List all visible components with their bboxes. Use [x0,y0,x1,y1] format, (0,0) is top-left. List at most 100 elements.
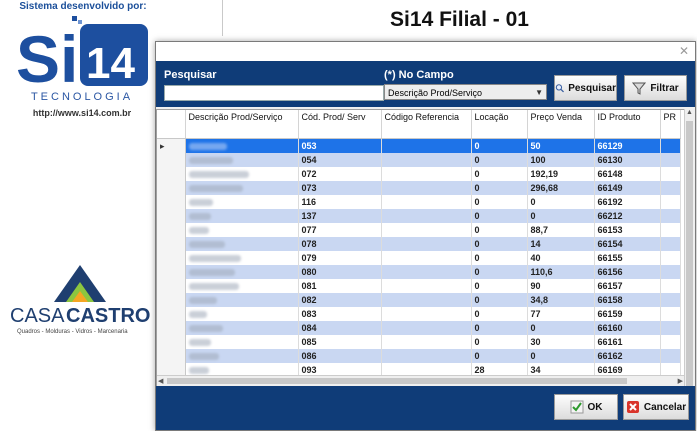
code-cell: 053 [298,138,382,153]
close-icon[interactable]: ✕ [679,44,689,58]
redacted-description [188,227,209,235]
horizontal-scrollbar[interactable]: ◀ ▶ [157,375,684,386]
product-id-cell: 66155 [594,251,661,265]
table-row[interactable]: ▸ 053 0 50 66129 [157,138,681,153]
product-id-cell: 66212 [594,209,661,223]
svg-text:CASTRO: CASTRO [66,305,150,327]
row-header-cell [157,167,186,181]
reference-cell [381,237,472,251]
price-cell: 296,68 [527,181,595,195]
product-id-cell: 66148 [594,167,661,181]
reference-cell [381,251,472,265]
product-grid[interactable]: Descrição Prod/Serviço Cód. Prod/ Serv C… [156,109,686,417]
column-header[interactable]: Cód. Prod/ Serv [298,110,382,139]
code-cell: 084 [298,321,382,335]
price-cell: 0 [527,209,595,223]
dialog-titlebar: ✕ [156,42,695,61]
column-header[interactable]: PR [660,110,681,139]
location-cell: 0 [471,293,528,307]
location-cell: 0 [471,153,528,167]
filter-button-label: Filtrar [650,82,679,94]
product-id-cell: 66153 [594,223,661,237]
product-id-cell: 66159 [594,307,661,321]
product-id-cell: 66154 [594,237,661,251]
code-cell: 085 [298,335,382,349]
description-cell [185,153,299,167]
description-cell [185,293,299,307]
column-header[interactable]: ID Produto [594,110,661,139]
price-cell: 0 [527,195,595,209]
table-row[interactable]: 086 0 0 66162 [157,349,681,363]
table-row[interactable]: 078 0 14 66154 [157,237,681,251]
row-header-cell [157,335,186,349]
table-header-row: Descrição Prod/Serviço Cód. Prod/ Serv C… [157,110,681,139]
description-cell [185,321,299,335]
description-cell [185,307,299,321]
table-row[interactable]: 073 0 296,68 66149 [157,181,681,195]
table-row[interactable]: 083 0 77 66159 [157,307,681,321]
reference-cell [381,209,472,223]
product-id-cell: 66156 [594,265,661,279]
column-header[interactable]: Preço Venda [527,110,595,139]
pr-cell [660,167,681,181]
table-row[interactable]: 054 0 100 66130 [157,153,681,167]
table-row[interactable]: 137 0 0 66212 [157,209,681,223]
redacted-description [188,213,211,221]
description-cell [185,251,299,265]
pr-cell [660,293,681,307]
column-header[interactable]: Locação [471,110,528,139]
code-cell: 137 [298,209,382,223]
description-cell [185,138,299,153]
redacted-description [188,255,241,263]
casacastro-logo: CASA CASTRO Quadros - Molduras - Vidros … [10,265,150,335]
table-row[interactable]: 084 0 0 66160 [157,321,681,335]
table-row[interactable]: 080 0 110,6 66156 [157,265,681,279]
redacted-description [188,339,211,347]
ok-button[interactable]: OK [554,394,618,420]
column-header[interactable]: Código Referencia [381,110,472,139]
price-cell: 90 [527,279,595,293]
ok-button-label: OK [587,401,603,413]
scroll-up-icon[interactable]: ▲ [686,109,693,116]
search-input[interactable] [164,85,384,101]
table-row[interactable]: 085 0 30 66161 [157,335,681,349]
price-cell: 192,19 [527,167,595,181]
table-row[interactable]: 116 0 0 66192 [157,195,681,209]
search-button[interactable]: Pesquisar [554,75,617,101]
product-id-cell: 66158 [594,293,661,307]
search-label: Pesquisar [164,69,217,81]
table-row[interactable]: 077 0 88,7 66153 [157,223,681,237]
scroll-left-icon[interactable]: ◀ [158,377,163,385]
reference-cell [381,335,472,349]
table-row[interactable]: 079 0 40 66155 [157,251,681,265]
table-row[interactable]: 082 0 34,8 66158 [157,293,681,307]
pr-cell [660,237,681,251]
table-row[interactable]: 072 0 192,19 66148 [157,167,681,181]
pr-cell [660,209,681,223]
pr-cell [660,265,681,279]
price-cell: 14 [527,237,595,251]
pr-cell [660,279,681,293]
vertical-scrollbar[interactable]: ▲ ▼ [684,109,695,417]
field-select[interactable]: Descrição Prod/Serviço ▼ [384,84,547,100]
redacted-description [188,241,225,249]
table-row[interactable]: 081 0 90 66157 [157,279,681,293]
cancel-button[interactable]: Cancelar [623,394,689,420]
code-cell: 077 [298,223,382,237]
product-table: Descrição Prod/Serviço Cód. Prod/ Serv C… [157,110,681,377]
filter-button[interactable]: Filtrar [624,75,687,101]
horizontal-scroll-thumb[interactable] [167,378,627,384]
scroll-right-icon[interactable]: ▶ [678,377,683,385]
vertical-scroll-thumb[interactable] [686,121,693,401]
x-icon [626,401,639,413]
code-cell: 079 [298,251,382,265]
price-cell: 100 [527,153,595,167]
redacted-description [188,367,209,375]
logo-url[interactable]: http://www.si14.com.br [14,108,150,118]
row-header-cell [157,349,186,363]
reference-cell [381,223,472,237]
pr-cell [660,335,681,349]
column-header[interactable]: Descrição Prod/Serviço [185,110,299,139]
pr-cell [660,349,681,363]
description-cell [185,195,299,209]
